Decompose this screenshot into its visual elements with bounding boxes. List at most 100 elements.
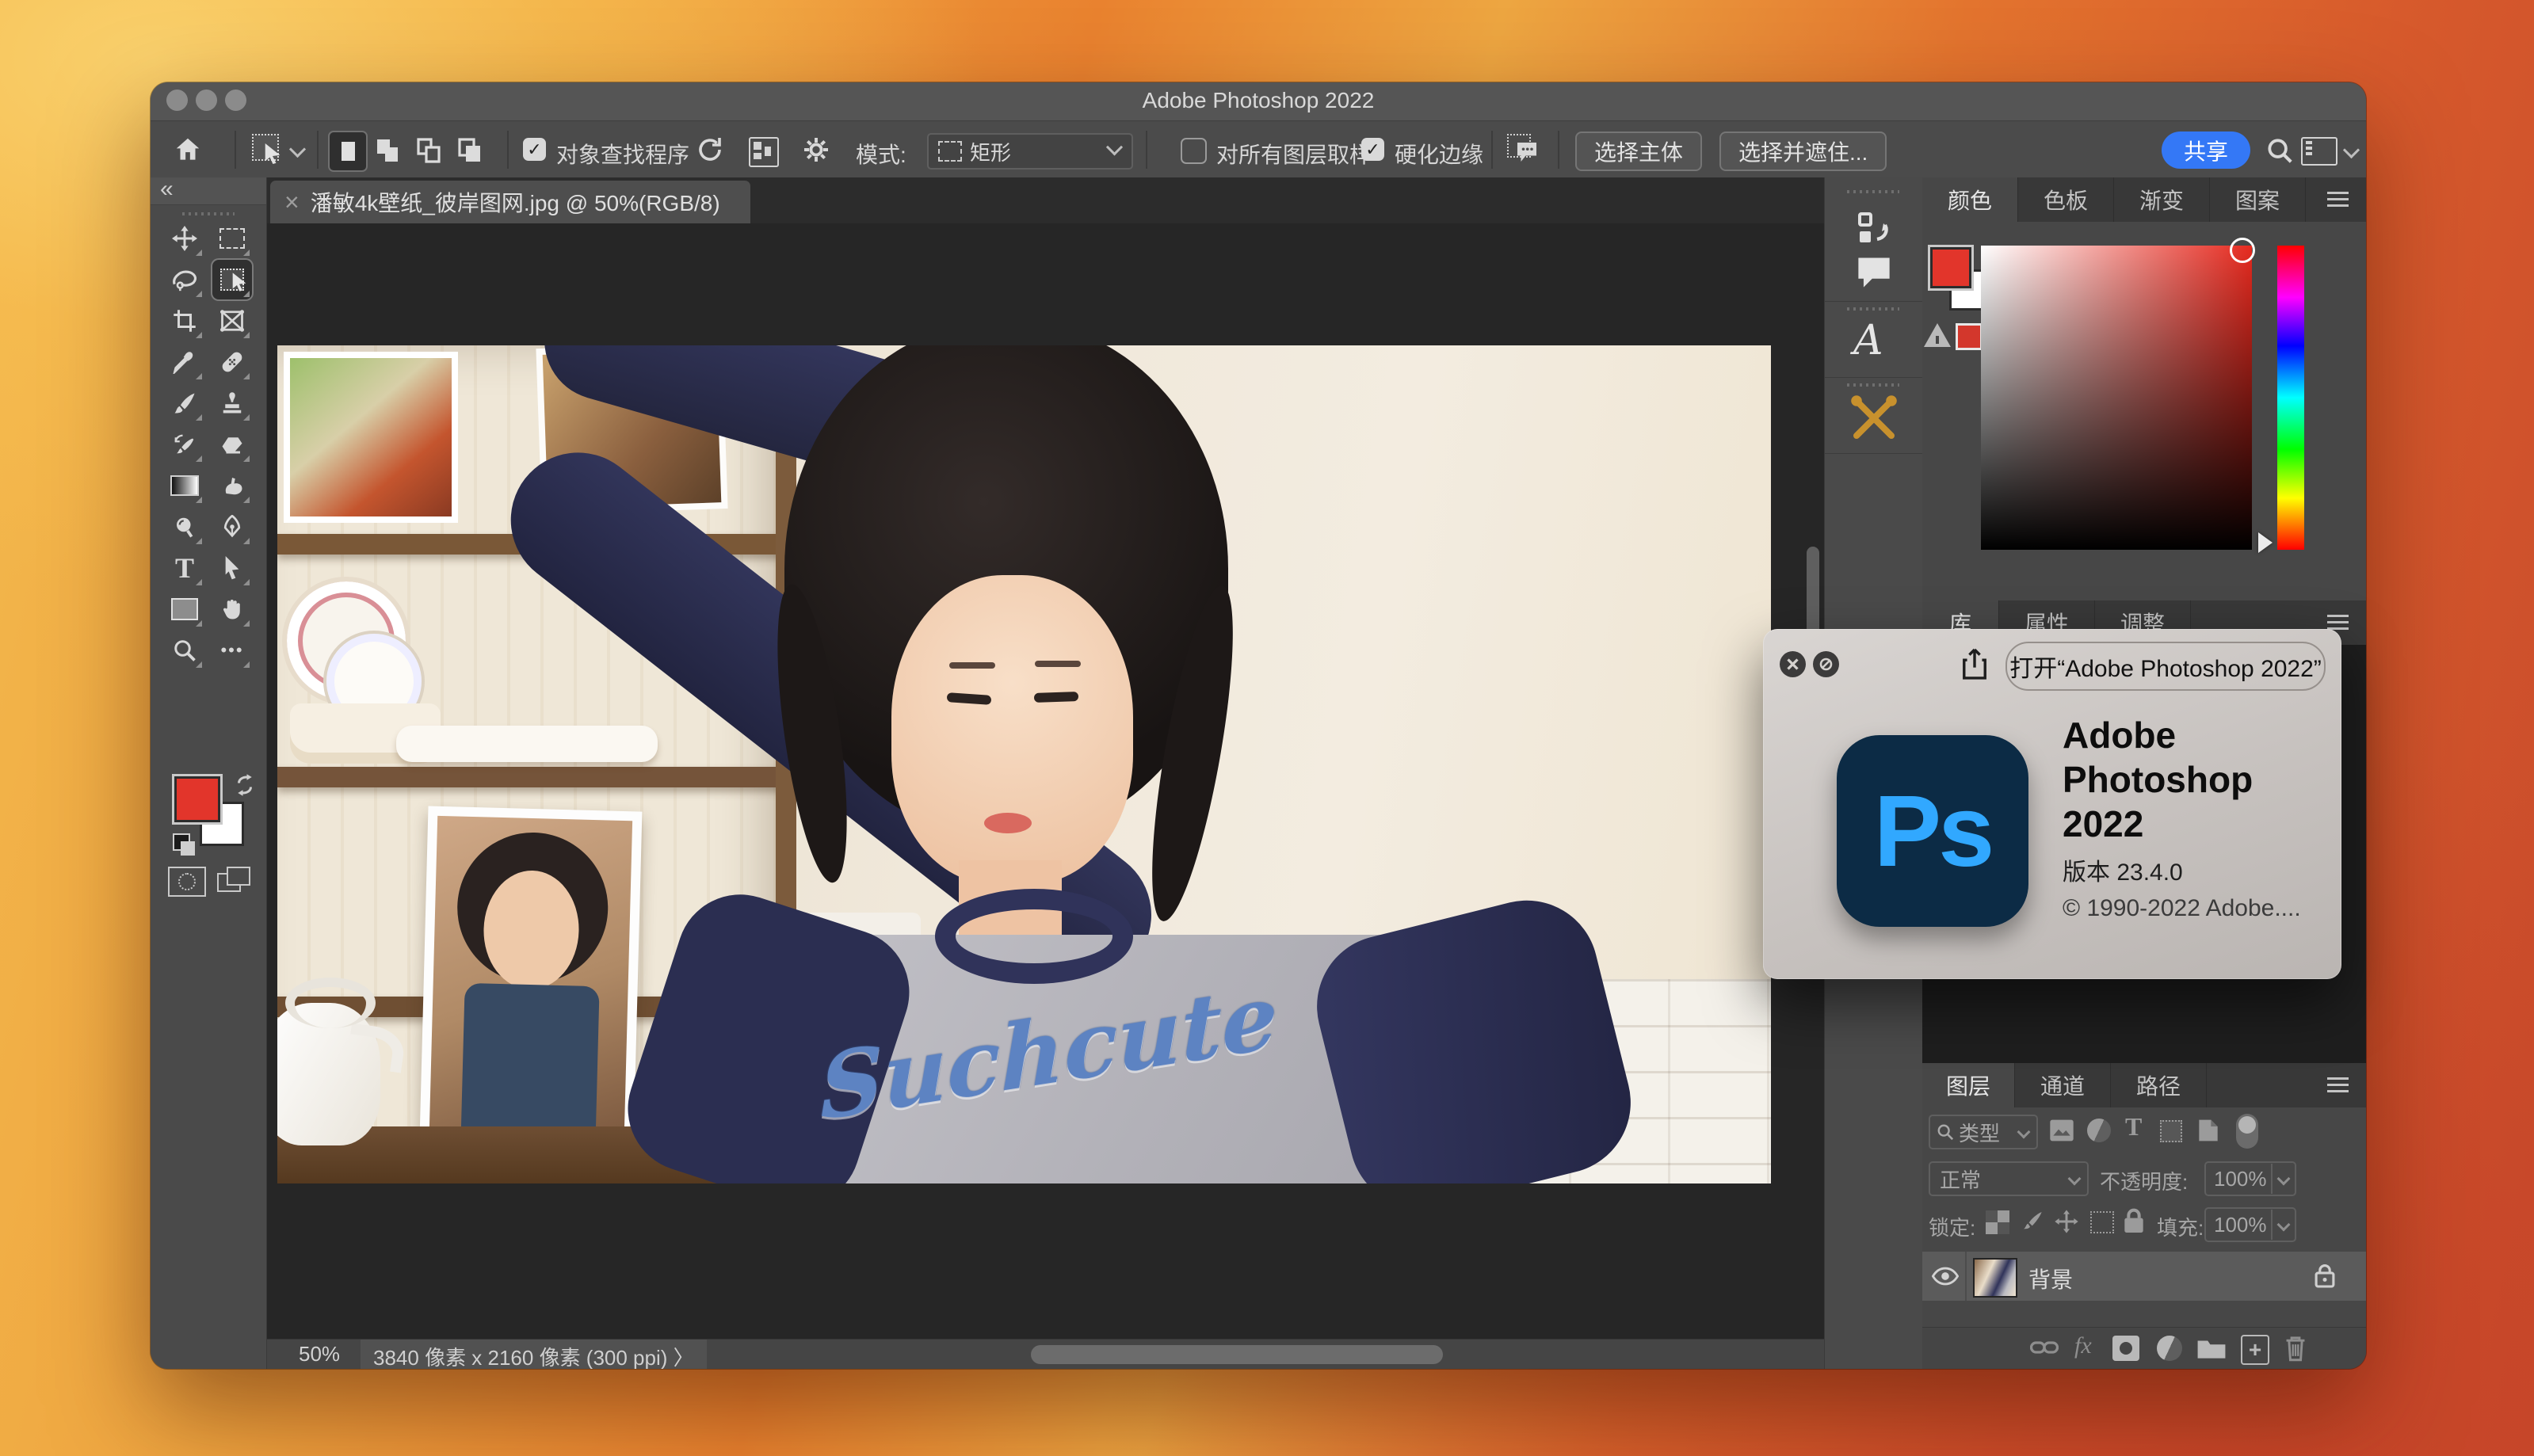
selection-mode-new-button[interactable] (328, 131, 368, 172)
object-selection-tool[interactable] (212, 260, 252, 299)
search-button[interactable] (2265, 135, 2295, 166)
picker-marker[interactable] (2230, 238, 2255, 263)
screen-mode-button[interactable] (217, 867, 252, 894)
filter-shape-layers-icon[interactable] (2160, 1120, 2182, 1142)
tab-channels[interactable]: 通道 (2015, 1063, 2111, 1107)
library-panel-menu-icon[interactable] (2327, 615, 2349, 631)
comments-panel-button[interactable] (1855, 253, 1893, 290)
lock-paint-icon[interactable] (2021, 1209, 2046, 1234)
popup-share-icon[interactable] (1961, 646, 1988, 680)
tab-swatches[interactable]: 色板 (2018, 177, 2114, 222)
history-panel-button[interactable] (1855, 209, 1893, 247)
saturation-brightness-picker[interactable] (1981, 246, 2252, 550)
panel-foreground-swatch[interactable] (1930, 247, 1971, 288)
harden-edge-checkbox[interactable]: ✓ (1361, 138, 1384, 161)
pen-tool[interactable] (212, 507, 252, 547)
feedback-button[interactable] (1507, 134, 1542, 167)
select-and-mask-button[interactable]: 选择并遮住... (1719, 131, 1887, 171)
tab-color[interactable]: 颜色 (1922, 177, 2018, 222)
object-finder-checkbox[interactable]: ✓ (523, 138, 546, 161)
tab-gradients[interactable]: 渐变 (2114, 177, 2210, 222)
workspace-button[interactable] (2301, 137, 2337, 166)
lasso-tool[interactable] (165, 260, 204, 299)
lock-all-icon[interactable] (2122, 1207, 2146, 1234)
fill-field[interactable]: 100% (2204, 1207, 2296, 1242)
new-layer-button[interactable]: + (2241, 1335, 2269, 1365)
select-subject-button[interactable]: 选择主体 (1575, 131, 1702, 171)
filter-toggle[interactable] (2236, 1114, 2258, 1149)
share-button[interactable]: 共享 (2162, 131, 2250, 169)
zoom-level[interactable]: 50% (299, 1342, 340, 1366)
tab-patterns[interactable]: 图案 (2210, 177, 2306, 222)
quick-mask-button[interactable] (168, 867, 206, 897)
workspace-chevron-icon[interactable] (2343, 142, 2360, 158)
layers-panel-menu-icon[interactable] (2327, 1077, 2349, 1093)
color-panel-menu-icon[interactable] (2327, 192, 2349, 208)
tools-drag-handle[interactable] (182, 212, 235, 215)
filter-smart-objects-icon[interactable] (2196, 1117, 2220, 1144)
gradient-tool[interactable] (165, 466, 204, 505)
history-brush-tool[interactable] (165, 425, 204, 464)
type-tool[interactable]: T (165, 548, 204, 588)
swap-colors-icon[interactable] (233, 773, 257, 797)
tab-close-icon[interactable]: × (284, 188, 300, 217)
layer-style-fx-button[interactable]: fx (2074, 1332, 2092, 1359)
path-selection-tool[interactable] (212, 548, 252, 588)
edit-toolbar-button[interactable]: ••• (212, 631, 252, 670)
eyedropper-tool[interactable] (165, 342, 204, 382)
layer-lock-icon[interactable] (2314, 1263, 2336, 1288)
layer-row-background[interactable]: 背景 (1922, 1252, 2366, 1301)
glyphs-panel-button[interactable]: A (1853, 317, 1883, 364)
sample-all-layers-checkbox[interactable] (1181, 138, 1207, 164)
hue-slider[interactable] (2277, 246, 2304, 550)
current-tool-button[interactable] (252, 134, 285, 166)
selection-mode-subtract-button[interactable] (410, 132, 447, 169)
custom-panel-button[interactable] (1849, 393, 1899, 444)
healing-brush-tool[interactable] (212, 342, 252, 382)
zoom-tool[interactable] (165, 631, 204, 670)
selection-mode-intersect-button[interactable] (452, 132, 488, 169)
lock-transparency-icon[interactable] (1986, 1210, 2009, 1234)
home-button[interactable] (173, 135, 203, 165)
opacity-field[interactable]: 100% (2204, 1161, 2296, 1196)
refresh-button[interactable] (696, 135, 724, 164)
popup-close-button[interactable] (1780, 651, 1806, 677)
smudge-tool[interactable] (212, 466, 252, 505)
layer-filter-dropdown[interactable]: 类型 (1929, 1115, 2038, 1149)
popup-block-button[interactable] (1813, 651, 1839, 677)
add-adjustment-button[interactable] (2157, 1336, 2182, 1361)
tool-settings-button[interactable] (802, 135, 830, 164)
default-colors-icon[interactable] (173, 833, 197, 857)
brush-tool[interactable] (165, 383, 204, 423)
hand-tool[interactable] (212, 589, 252, 629)
filter-pixel-layers-icon[interactable] (2049, 1119, 2074, 1142)
tab-paths[interactable]: 路径 (2111, 1063, 2207, 1107)
frame-tool[interactable] (212, 301, 252, 341)
document-tab[interactable]: × 潘敏4k壁纸_彼岸图网.jpg @ 50%(RGB/8) (270, 181, 750, 223)
add-mask-button[interactable] (2112, 1336, 2139, 1361)
lock-position-icon[interactable] (2054, 1209, 2079, 1234)
canvas-area[interactable]: Suchcute (267, 223, 1824, 1339)
new-group-button[interactable] (2196, 1336, 2227, 1361)
gamut-warning-swatch[interactable] (1956, 323, 1983, 350)
move-tool[interactable] (165, 219, 204, 258)
tab-layers[interactable]: 图层 (1922, 1063, 2015, 1107)
canvas-horizontal-scrollbar[interactable] (1031, 1345, 1443, 1364)
marquee-tool[interactable] (212, 219, 252, 258)
filter-type-layers-icon[interactable]: T (2125, 1112, 2142, 1142)
hue-slider-handle[interactable] (2258, 532, 2273, 553)
tool-preset-chevron-icon[interactable] (289, 141, 306, 158)
crop-tool[interactable] (165, 301, 204, 341)
layer-thumbnail[interactable] (1973, 1258, 2017, 1298)
popup-open-button[interactable]: 打开“Adobe Photoshop 2022” (2005, 642, 2326, 691)
clone-stamp-tool[interactable] (212, 383, 252, 423)
foreground-color-swatch[interactable] (174, 776, 220, 822)
link-layers-icon[interactable] (2030, 1337, 2059, 1358)
lock-artboard-icon[interactable] (2090, 1211, 2114, 1233)
layer-visibility-eye-icon[interactable] (1932, 1265, 1959, 1287)
document-dimensions[interactable]: 3840 像素 x 2160 像素 (300 ppi) 〉 (361, 1340, 707, 1369)
mode-dropdown[interactable]: 矩形 (927, 133, 1133, 170)
eraser-tool[interactable] (212, 425, 252, 464)
show-all-objects-button[interactable] (749, 137, 779, 167)
delete-layer-button[interactable] (2284, 1334, 2307, 1363)
